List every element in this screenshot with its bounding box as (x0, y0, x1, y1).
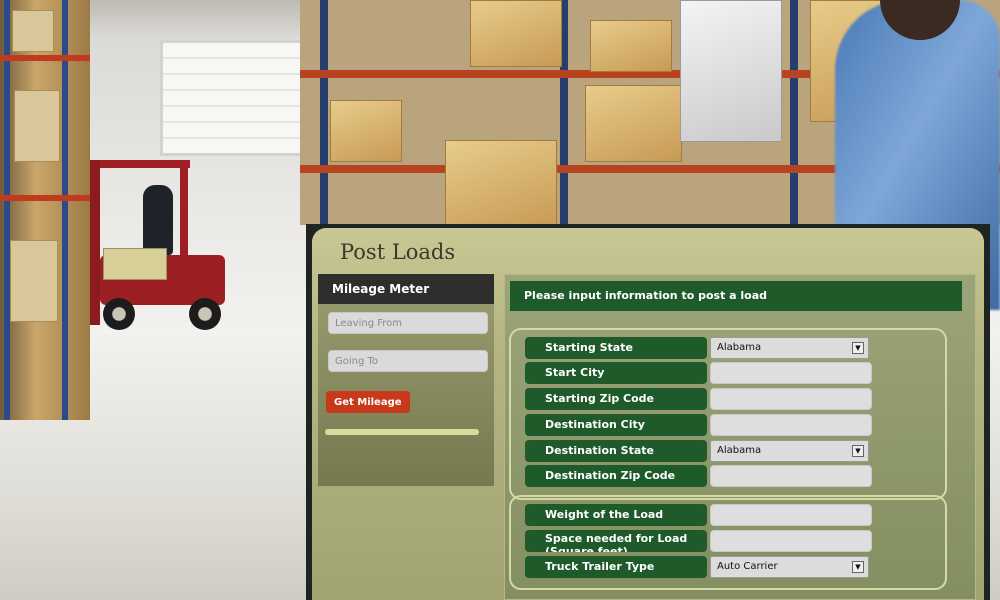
rack-post (320, 0, 328, 225)
forklift-driver (143, 185, 173, 255)
starting-state-label: Starting State (525, 337, 707, 359)
mileage-progress-bar (325, 429, 479, 435)
get-mileage-button[interactable]: Get Mileage (326, 391, 410, 413)
destination-zip-input[interactable] (710, 465, 872, 487)
carton (470, 0, 562, 67)
destination-zip-label: Destination Zip Code (525, 465, 707, 487)
trailer-type-select[interactable]: Auto Carrier ▼ (710, 556, 869, 578)
carton (12, 10, 54, 52)
left-shelving (0, 0, 90, 420)
leaving-from-input[interactable] (328, 312, 488, 334)
starting-state-select[interactable]: Alabama ▼ (710, 337, 869, 359)
ceiling (80, 0, 320, 40)
destination-state-value: Alabama (717, 445, 762, 456)
wrapped-pallet (680, 0, 782, 142)
start-city-label: Start City (525, 362, 707, 384)
rack-beam (0, 195, 90, 201)
destination-city-label: Destination City (525, 414, 707, 436)
starting-zip-label: Starting Zip Code (525, 388, 707, 410)
form-heading: Please input information to post a load (510, 281, 962, 311)
starting-state-value: Alabama (717, 342, 762, 353)
space-needed-input[interactable] (710, 530, 872, 552)
rack-beam (0, 55, 90, 61)
post-loads-panel: Post Loads Mileage Meter Get Mileage Ple… (306, 224, 990, 600)
dropdown-arrow-icon[interactable]: ▼ (852, 561, 864, 573)
carton (445, 140, 557, 227)
mileage-meter-heading: Mileage Meter (318, 274, 494, 304)
destination-city-input[interactable] (710, 414, 872, 436)
carton (10, 240, 58, 322)
dropdown-arrow-icon[interactable]: ▼ (852, 342, 864, 354)
start-city-input[interactable] (710, 362, 872, 384)
destination-state-select[interactable]: Alabama ▼ (710, 440, 869, 462)
carton (14, 90, 60, 162)
post-load-form: Please input information to post a load … (504, 274, 976, 600)
warehouse-door (160, 40, 306, 156)
rack-post (4, 0, 10, 420)
going-to-input[interactable] (328, 350, 488, 372)
mileage-meter-sidebar: Mileage Meter Get Mileage (318, 274, 494, 486)
rack-post (790, 0, 798, 225)
panel-body: Post Loads Mileage Meter Get Mileage Ple… (312, 228, 984, 600)
weight-label: Weight of the Load (525, 504, 707, 526)
carton (590, 20, 672, 72)
destination-state-label: Destination State (525, 440, 707, 462)
rack-post (62, 0, 68, 420)
starting-zip-input[interactable] (710, 388, 872, 410)
trailer-type-label: Truck Trailer Type (525, 556, 707, 578)
trailer-type-value: Auto Carrier (717, 561, 778, 572)
space-needed-label: Space needed for Load (Square feet) (525, 530, 707, 552)
forklift (85, 160, 235, 335)
carton (330, 100, 402, 162)
carton (585, 85, 682, 162)
weight-input[interactable] (710, 504, 872, 526)
page-title: Post Loads (340, 240, 456, 264)
dropdown-arrow-icon[interactable]: ▼ (852, 445, 864, 457)
